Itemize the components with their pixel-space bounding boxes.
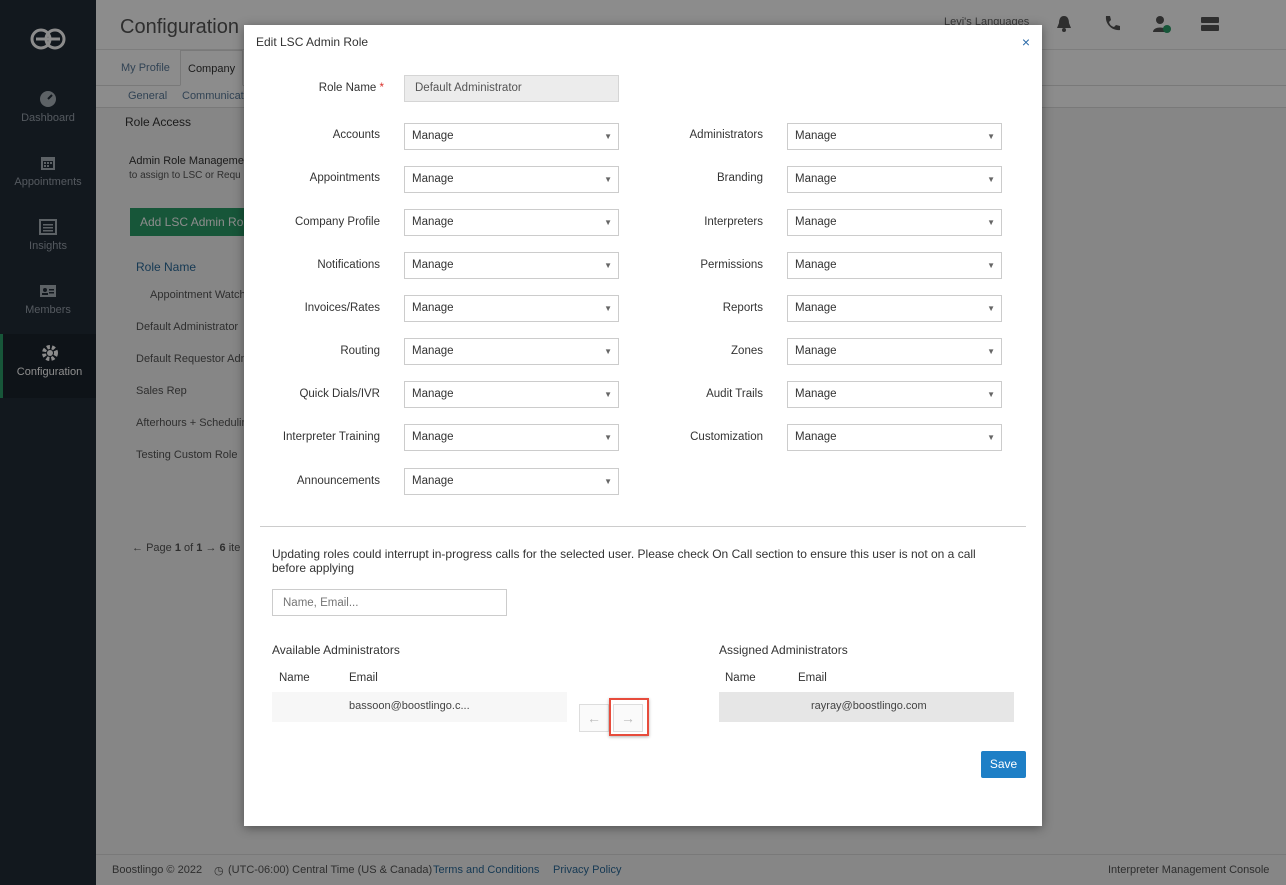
zones-select[interactable]: Manage ▼ (787, 338, 1002, 365)
permission-label: Customization (690, 431, 763, 443)
caret-down-icon: ▼ (604, 261, 612, 270)
select-value: Manage (412, 475, 454, 487)
interpreter-training-select[interactable]: Manage ▼ (404, 424, 619, 451)
admin-email: bassoon@boostlingo.c... (349, 700, 470, 712)
available-admins-title: Available Administrators (272, 643, 400, 657)
announcements-select[interactable]: Manage ▼ (404, 468, 619, 495)
permission-label: Invoices/Rates (304, 302, 380, 314)
modal-title: Edit LSC Admin Role (256, 35, 369, 49)
divider (260, 526, 1026, 527)
close-icon[interactable]: × (1022, 34, 1030, 50)
role-name-label: Role Name * (244, 82, 384, 94)
quick-dials-select[interactable]: Manage ▼ (404, 381, 619, 408)
permission-label: Company Profile (294, 216, 380, 228)
caret-down-icon: ▼ (604, 390, 612, 399)
accounts-select[interactable]: Manage ▼ (404, 123, 619, 150)
select-value: Manage (795, 388, 837, 400)
caret-down-icon: ▼ (604, 175, 612, 184)
permission-label: Branding (716, 172, 763, 184)
select-value: Manage (412, 130, 454, 142)
caret-down-icon: ▼ (987, 261, 995, 270)
permission-label: Announcements (296, 475, 380, 487)
select-value: Manage (795, 216, 837, 228)
notifications-select[interactable]: Manage ▼ (404, 252, 619, 279)
select-value: Manage (795, 345, 837, 357)
permission-label: Quick Dials/IVR (299, 388, 380, 400)
invoices-select[interactable]: Manage ▼ (404, 295, 619, 322)
select-value: Manage (795, 259, 837, 271)
permission-label: Routing (340, 345, 380, 357)
caret-down-icon: ▼ (987, 347, 995, 356)
select-value: Manage (412, 216, 454, 228)
assigned-name-header[interactable]: Name (725, 672, 756, 684)
table-row[interactable]: rayray@boostlingo.com (719, 692, 1014, 722)
caret-down-icon: ▼ (604, 477, 612, 486)
available-name-header[interactable]: Name (279, 672, 310, 684)
reports-select[interactable]: Manage ▼ (787, 295, 1002, 322)
select-value: Manage (412, 173, 454, 185)
caret-down-icon: ▼ (604, 433, 612, 442)
caret-down-icon: ▼ (604, 132, 612, 141)
highlight-box (609, 698, 649, 736)
permission-label: Interpreter Training (282, 431, 380, 443)
caret-down-icon: ▼ (604, 304, 612, 313)
customization-select[interactable]: Manage ▼ (787, 424, 1002, 451)
permission-label: Notifications (317, 259, 380, 271)
required-marker: * (379, 82, 384, 94)
permissions-select[interactable]: Manage ▼ (787, 252, 1002, 279)
admin-email: rayray@boostlingo.com (811, 700, 927, 712)
select-value: Manage (795, 173, 837, 185)
select-value: Manage (412, 388, 454, 400)
caret-down-icon: ▼ (604, 347, 612, 356)
permission-label: Accounts (332, 129, 380, 141)
permission-label: Interpreters (704, 216, 763, 228)
branding-select[interactable]: Manage ▼ (787, 166, 1002, 193)
role-name-label-text: Role Name (318, 82, 377, 94)
caret-down-icon: ▼ (987, 390, 995, 399)
move-left-button[interactable]: ← (579, 704, 609, 732)
select-value: Manage (412, 302, 454, 314)
permission-label: Permissions (700, 259, 763, 271)
permission-label: Zones (731, 345, 763, 357)
caret-down-icon: ▼ (987, 132, 995, 141)
company-profile-select[interactable]: Manage ▼ (404, 209, 619, 236)
save-button[interactable]: Save (981, 751, 1026, 778)
interpreters-select[interactable]: Manage ▼ (787, 209, 1002, 236)
caret-down-icon: ▼ (987, 218, 995, 227)
appointments-select[interactable]: Manage ▼ (404, 166, 619, 193)
permission-label: Audit Trails (706, 388, 763, 400)
warning-text: Updating roles could interrupt in-progre… (272, 547, 976, 575)
permission-label: Administrators (689, 129, 764, 141)
assigned-admins-title: Assigned Administrators (719, 643, 848, 657)
caret-down-icon: ▼ (987, 304, 995, 313)
audit-trails-select[interactable]: Manage ▼ (787, 381, 1002, 408)
select-value: Manage (795, 130, 837, 142)
caret-down-icon: ▼ (604, 218, 612, 227)
available-email-header[interactable]: Email (349, 672, 378, 684)
permission-label: Appointments (309, 172, 380, 184)
edit-role-modal: Edit LSC Admin Role × Role Name * Defaul… (244, 25, 1042, 826)
assigned-email-header[interactable]: Email (798, 672, 827, 684)
administrators-select[interactable]: Manage ▼ (787, 123, 1002, 150)
admin-search-input[interactable] (272, 589, 507, 616)
role-name-field[interactable]: Default Administrator (404, 75, 619, 102)
select-value: Manage (412, 345, 454, 357)
table-row[interactable]: bassoon@boostlingo.c... (272, 692, 567, 722)
select-value: Manage (412, 259, 454, 271)
select-value: Manage (412, 431, 454, 443)
caret-down-icon: ▼ (987, 433, 995, 442)
select-value: Manage (795, 302, 837, 314)
select-value: Manage (795, 431, 837, 443)
permission-label: Reports (722, 302, 763, 314)
caret-down-icon: ▼ (987, 175, 995, 184)
routing-select[interactable]: Manage ▼ (404, 338, 619, 365)
